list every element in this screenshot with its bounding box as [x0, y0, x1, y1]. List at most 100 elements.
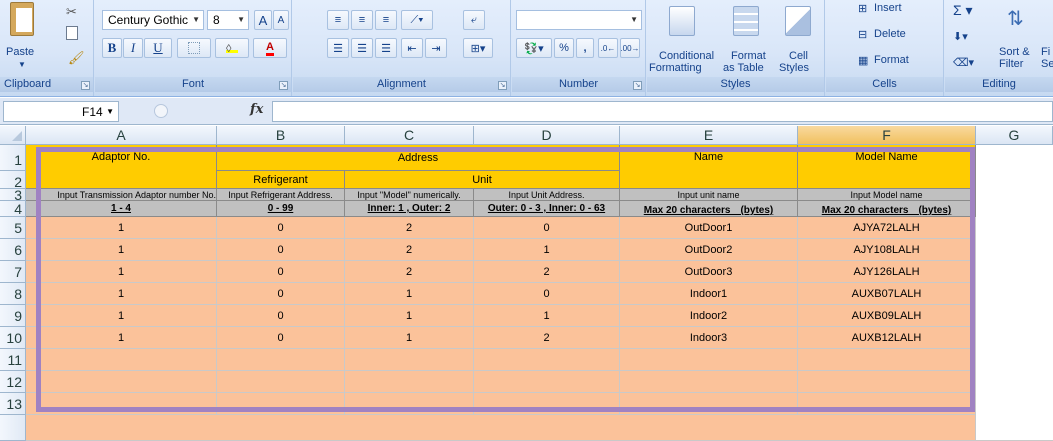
data-cell[interactable]: 0: [217, 239, 345, 261]
row-header-13[interactable]: 13: [0, 393, 26, 415]
select-all-corner[interactable]: [0, 126, 26, 145]
data-cell[interactable]: 0: [217, 217, 345, 239]
borders-button[interactable]: [177, 38, 211, 58]
insert-function-icon[interactable]: fx: [250, 102, 263, 117]
data-cell[interactable]: AUXB07LALH: [798, 283, 976, 305]
align-middle-button[interactable]: ≡: [351, 10, 373, 30]
header-address[interactable]: Address: [217, 145, 620, 171]
empty-cell[interactable]: [345, 393, 474, 415]
data-cell[interactable]: AUXB09LALH: [798, 305, 976, 327]
row-header-2[interactable]: 2: [0, 171, 26, 189]
bold-button[interactable]: B: [102, 38, 122, 58]
data-cell[interactable]: AJYA72LALH: [798, 217, 976, 239]
instruction-a[interactable]: Input Transmission Adaptor number No.: [26, 189, 217, 201]
data-cell[interactable]: AJY126LALH: [798, 261, 976, 283]
merge-center-button[interactable]: ⊞▾: [463, 38, 493, 58]
empty-cell[interactable]: [474, 349, 620, 371]
align-top-button[interactable]: ≡: [327, 10, 349, 30]
font-launcher-icon[interactable]: ↘: [279, 81, 288, 90]
data-cell[interactable]: OutDoor3: [620, 261, 798, 283]
empty-cell[interactable]: [26, 393, 217, 415]
data-cell[interactable]: 2: [474, 261, 620, 283]
paste-dropdown-icon[interactable]: ▼: [18, 60, 26, 69]
row-header-1[interactable]: 1: [0, 145, 26, 171]
range-d[interactable]: Outer: 0 - 3 , Inner: 0 - 63: [474, 201, 620, 217]
paste-button[interactable]: Paste ▼: [4, 2, 42, 74]
number-format-dropdown-icon[interactable]: ▼: [630, 11, 638, 29]
italic-button[interactable]: I: [123, 38, 143, 58]
data-cell[interactable]: 0: [474, 217, 620, 239]
data-cell[interactable]: 2: [345, 217, 474, 239]
data-cell[interactable]: 0: [217, 305, 345, 327]
header-refrigerant[interactable]: Refrigerant: [217, 171, 345, 189]
instruction-e[interactable]: Input unit name: [620, 189, 798, 201]
autosum-icon[interactable]: Σ ▾: [953, 2, 973, 19]
empty-cell[interactable]: [217, 393, 345, 415]
font-name-combo[interactable]: Century Gothic ▼: [102, 10, 204, 30]
underline-button[interactable]: U: [144, 38, 172, 58]
empty-cell[interactable]: [217, 349, 345, 371]
column-header-d[interactable]: D: [474, 126, 620, 145]
data-cell[interactable]: 1: [26, 261, 217, 283]
empty-cell[interactable]: [345, 349, 474, 371]
instruction-c[interactable]: Input "Model" numerically.: [345, 189, 474, 201]
cell-styles-button[interactable]: Cell Styles: [775, 2, 821, 76]
data-cell[interactable]: 2: [345, 239, 474, 261]
instruction-d[interactable]: Input Unit Address.: [474, 189, 620, 201]
row-header-12[interactable]: 12: [0, 371, 26, 393]
data-cell[interactable]: 0: [217, 327, 345, 349]
data-cell[interactable]: 1: [26, 305, 217, 327]
instruction-f[interactable]: Input Model name: [798, 189, 976, 201]
name-box-dropdown-icon[interactable]: ▼: [106, 107, 114, 116]
shrink-font-button[interactable]: A: [273, 10, 289, 30]
column-header-b[interactable]: B: [217, 126, 345, 145]
column-g-cells[interactable]: [976, 145, 1053, 441]
format-as-table-button[interactable]: Format as Table: [717, 2, 773, 76]
decrease-decimal-button[interactable]: .00→: [620, 38, 640, 58]
empty-cell[interactable]: [620, 349, 798, 371]
fill-icon[interactable]: ⬇▾: [953, 30, 968, 43]
data-cell[interactable]: 1: [26, 327, 217, 349]
data-cell[interactable]: 1: [345, 327, 474, 349]
data-cell[interactable]: 1: [345, 283, 474, 305]
align-right-button[interactable]: ☰: [375, 38, 397, 58]
range-c[interactable]: Inner: 1 , Outer: 2: [345, 201, 474, 217]
data-cell[interactable]: AJY108LALH: [798, 239, 976, 261]
empty-cell[interactable]: [474, 371, 620, 393]
row-header-6[interactable]: 6: [0, 239, 26, 261]
column-header-c[interactable]: C: [345, 126, 474, 145]
clear-icon[interactable]: ⌫▾: [953, 56, 974, 69]
row-header-8[interactable]: 8: [0, 283, 26, 305]
data-cell[interactable]: 0: [217, 261, 345, 283]
data-cell[interactable]: Indoor1: [620, 283, 798, 305]
row-header-4[interactable]: 4: [0, 201, 26, 217]
font-color-button[interactable]: A: [253, 38, 287, 58]
data-cell[interactable]: 1: [474, 239, 620, 261]
data-cell[interactable]: 0: [217, 283, 345, 305]
data-cell[interactable]: 1: [26, 283, 217, 305]
data-cell[interactable]: AUXB12LALH: [798, 327, 976, 349]
conditional-formatting-button[interactable]: Conditional Formatting: [649, 2, 715, 76]
empty-row[interactable]: [26, 415, 976, 441]
column-header-a[interactable]: A: [26, 126, 217, 145]
decrease-indent-button[interactable]: ⇤: [401, 38, 423, 58]
data-cell[interactable]: OutDoor1: [620, 217, 798, 239]
empty-cell[interactable]: [26, 371, 217, 393]
instruction-b[interactable]: Input Refrigerant Address.: [217, 189, 345, 201]
data-cell[interactable]: 2: [345, 261, 474, 283]
empty-cell[interactable]: [620, 393, 798, 415]
alignment-launcher-icon[interactable]: ↘: [498, 81, 507, 90]
data-cell[interactable]: Indoor3: [620, 327, 798, 349]
row-header-3[interactable]: 3: [0, 189, 26, 201]
empty-cell[interactable]: [217, 371, 345, 393]
number-format-combo[interactable]: ▼: [516, 10, 642, 30]
data-cell[interactable]: OutDoor2: [620, 239, 798, 261]
empty-cell[interactable]: [345, 371, 474, 393]
range-f[interactable]: Max 20 characters (bytes): [798, 201, 976, 217]
row-header-14[interactable]: [0, 415, 26, 441]
empty-cell[interactable]: [798, 371, 976, 393]
row-header-10[interactable]: 10: [0, 327, 26, 349]
fill-color-button[interactable]: ◊: [215, 38, 249, 58]
number-launcher-icon[interactable]: ↘: [633, 81, 642, 90]
empty-cell[interactable]: [798, 393, 976, 415]
